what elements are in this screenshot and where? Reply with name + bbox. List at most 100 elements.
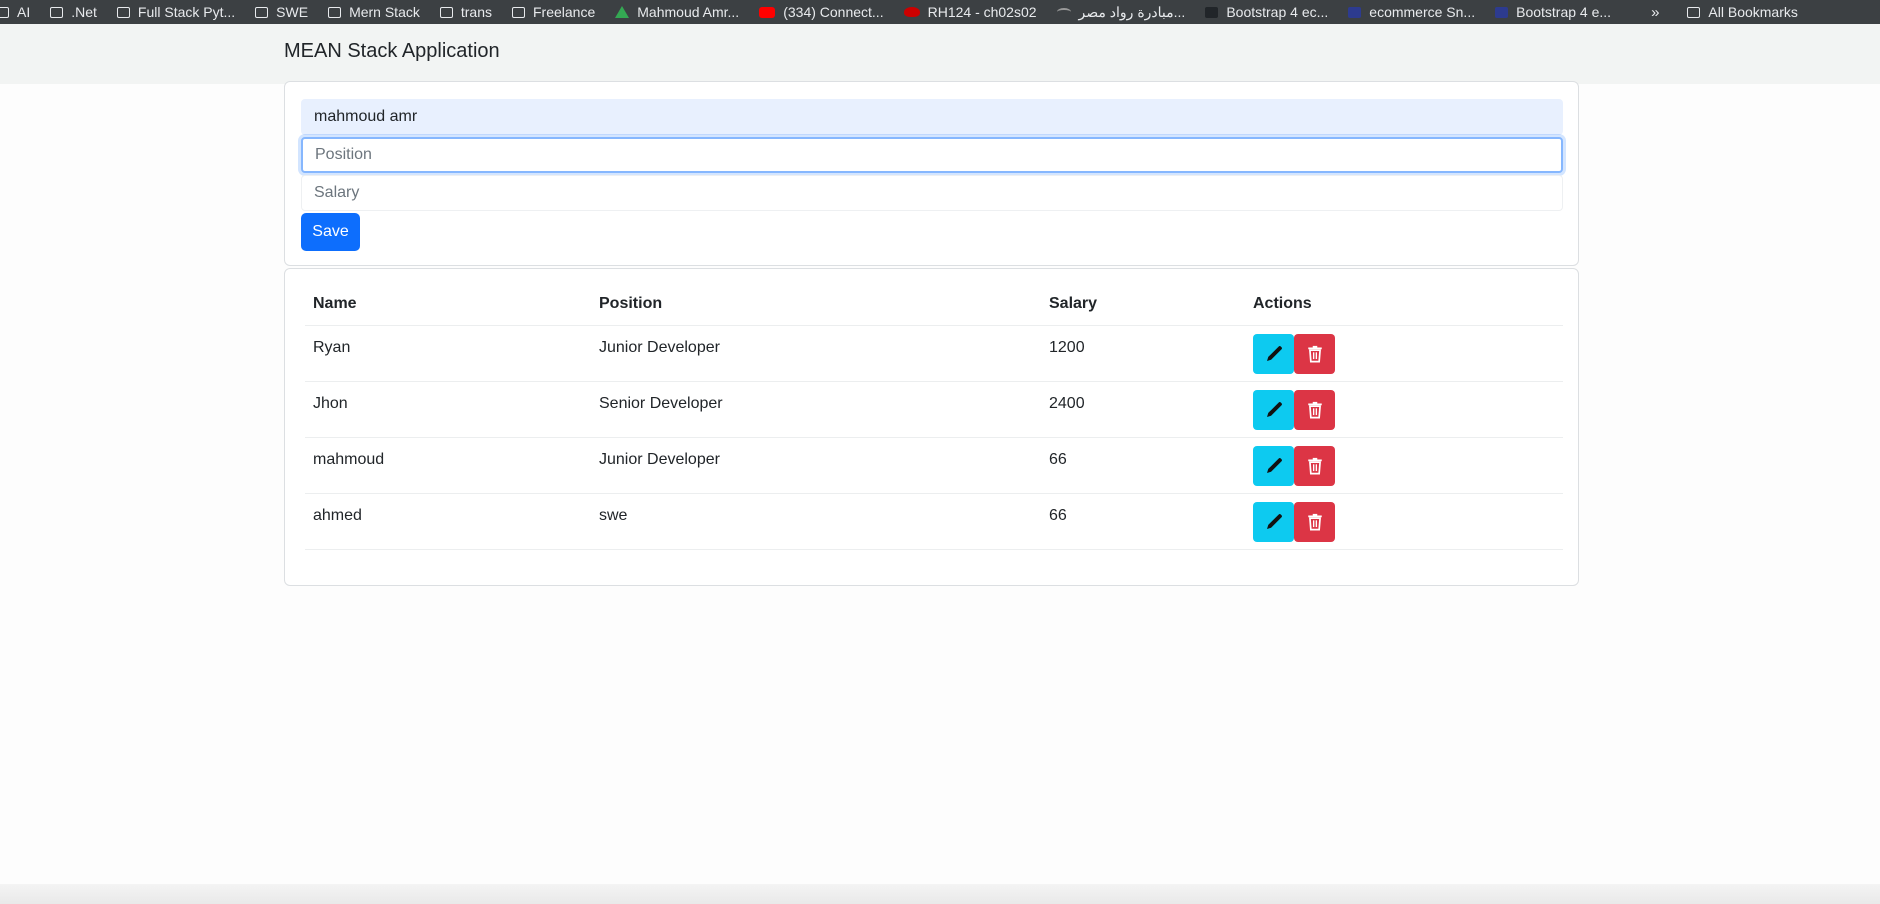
all-bookmarks-button[interactable]: All Bookmarks xyxy=(1687,4,1798,20)
bookmark-label: trans xyxy=(460,4,492,20)
redhat-icon xyxy=(903,7,920,17)
bookmark-label: .Net xyxy=(71,4,97,20)
bookmark-item[interactable]: .Net xyxy=(50,4,97,20)
edit-button[interactable] xyxy=(1253,334,1294,374)
bookmark-item[interactable]: AI xyxy=(0,4,30,20)
employee-form-card: Save xyxy=(284,81,1579,266)
employee-actions-cell xyxy=(1245,381,1563,438)
snippet-icon xyxy=(1495,6,1509,18)
save-button[interactable]: Save xyxy=(301,213,360,251)
bookmark-item[interactable]: SWE xyxy=(255,4,308,20)
folder-icon xyxy=(50,6,64,18)
delete-button[interactable] xyxy=(1294,446,1335,486)
bookmark-label: مبادرة رواد مصر... xyxy=(1078,3,1186,20)
table-row: Jhon Senior Developer 2400 xyxy=(305,381,1563,438)
folder-icon xyxy=(1687,6,1701,18)
bookmark-label: Bootstrap 4 e... xyxy=(1516,4,1612,20)
edit-button[interactable] xyxy=(1253,446,1294,486)
bookmark-label: Mahmoud Amr... xyxy=(637,4,740,20)
all-bookmarks-label: All Bookmarks xyxy=(1708,4,1798,20)
employee-position-cell: Junior Developer xyxy=(591,325,1041,382)
delete-button[interactable] xyxy=(1294,390,1335,430)
employee-name-cell: mahmoud xyxy=(305,437,591,494)
pencil-icon xyxy=(1265,513,1283,531)
trash-icon xyxy=(1306,457,1324,475)
bookmarks-overflow-button[interactable]: » xyxy=(1651,4,1659,21)
bookmark-item[interactable]: Mern Stack xyxy=(328,4,420,20)
bookmark-item[interactable]: مبادرة رواد مصر... xyxy=(1056,3,1186,21)
employee-position-cell: Senior Developer xyxy=(591,381,1041,438)
position-field[interactable] xyxy=(301,137,1563,173)
bookmark-label: Bootstrap 4 ec... xyxy=(1226,4,1329,20)
bookmark-label: AI xyxy=(17,4,31,20)
bookmark-item[interactable]: Bootstrap 4 e... xyxy=(1495,4,1611,20)
employee-actions-cell xyxy=(1245,325,1563,382)
employee-position-cell: Junior Developer xyxy=(591,437,1041,494)
pencil-icon xyxy=(1265,457,1283,475)
column-header-position: Position xyxy=(591,283,1041,326)
employee-salary-cell: 66 xyxy=(1041,437,1245,494)
delete-button[interactable] xyxy=(1294,502,1335,542)
site-icon xyxy=(1056,8,1071,16)
navbar: MEAN Stack Application xyxy=(0,24,1880,84)
edit-button[interactable] xyxy=(1253,502,1294,542)
employee-position-cell: swe xyxy=(591,493,1041,550)
folder-icon xyxy=(116,6,130,18)
bookmark-item[interactable]: Freelance xyxy=(512,4,595,20)
table-body: Ryan Junior Developer 1200 Jhon Senior Devel… xyxy=(305,325,1563,550)
bookmark-label: Mern Stack xyxy=(349,4,420,20)
pencil-icon xyxy=(1265,345,1283,363)
edit-button[interactable] xyxy=(1253,390,1294,430)
drive-icon xyxy=(615,6,630,18)
snippet-icon xyxy=(1348,6,1362,18)
column-header-name: Name xyxy=(305,283,591,326)
trash-icon xyxy=(1306,401,1324,419)
employee-list-card: Name Position Salary Actions Ryan Junior … xyxy=(284,268,1579,586)
bookmark-label: Full Stack Pyt... xyxy=(137,4,236,20)
bookmark-item[interactable]: (334) Connect... xyxy=(759,4,884,20)
bookmark-item[interactable]: Mahmoud Amr... xyxy=(615,4,739,20)
column-header-salary: Salary xyxy=(1041,283,1245,326)
folder-icon xyxy=(0,6,9,18)
bookmark-item[interactable]: ecommerce Sn... xyxy=(1348,4,1475,20)
bookmark-list: AI .Net Full Stack Pyt... SWE Mern Stack tran… xyxy=(0,4,1631,21)
bookmark-item[interactable]: Full Stack Pyt... xyxy=(116,4,236,20)
bookmark-label: ecommerce Sn... xyxy=(1369,4,1476,20)
name-field[interactable] xyxy=(301,99,1563,135)
bookmarks-bar: AI .Net Full Stack Pyt... SWE Mern Stack tran… xyxy=(0,0,1880,24)
youtube-icon xyxy=(759,6,776,18)
employee-name-cell: Jhon xyxy=(305,381,591,438)
employee-actions-cell xyxy=(1245,437,1563,494)
folder-icon xyxy=(439,6,453,18)
bookmark-item[interactable]: trans xyxy=(439,4,492,20)
table-row: Ryan Junior Developer 1200 xyxy=(305,325,1563,382)
employee-actions-cell xyxy=(1245,493,1563,550)
trash-icon xyxy=(1306,345,1324,363)
employee-table: Name Position Salary Actions Ryan Junior … xyxy=(305,283,1563,550)
folder-icon xyxy=(255,6,269,18)
table-header-row: Name Position Salary Actions xyxy=(305,283,1563,326)
bookmark-label: (334) Connect... xyxy=(783,4,884,20)
bookmark-item[interactable]: Bootstrap 4 ec... xyxy=(1205,4,1328,20)
page-title[interactable]: MEAN Stack Application xyxy=(284,40,500,63)
employee-salary-cell: 66 xyxy=(1041,493,1245,550)
delete-button[interactable] xyxy=(1294,334,1335,374)
bookmark-item[interactable]: RH124 - ch02s02 xyxy=(903,4,1037,20)
employee-name-cell: ahmed xyxy=(305,493,591,550)
column-header-actions: Actions xyxy=(1245,283,1563,326)
employee-name-cell: Ryan xyxy=(305,325,591,382)
salary-field[interactable] xyxy=(301,175,1563,211)
bookmark-label: Freelance xyxy=(533,4,596,20)
trash-icon xyxy=(1306,513,1324,531)
bootstrap-icon xyxy=(1205,6,1219,18)
table-row: mahmoud Junior Developer 66 xyxy=(305,437,1563,494)
employee-salary-cell: 2400 xyxy=(1041,381,1245,438)
pencil-icon xyxy=(1265,401,1283,419)
bookmark-label: SWE xyxy=(276,4,309,20)
table-row: ahmed swe 66 xyxy=(305,493,1563,550)
window-bottom-edge xyxy=(0,884,1880,904)
bookmark-label: RH124 - ch02s02 xyxy=(927,4,1037,20)
employee-salary-cell: 1200 xyxy=(1041,325,1245,382)
folder-icon xyxy=(512,6,525,18)
folder-icon xyxy=(328,6,342,18)
